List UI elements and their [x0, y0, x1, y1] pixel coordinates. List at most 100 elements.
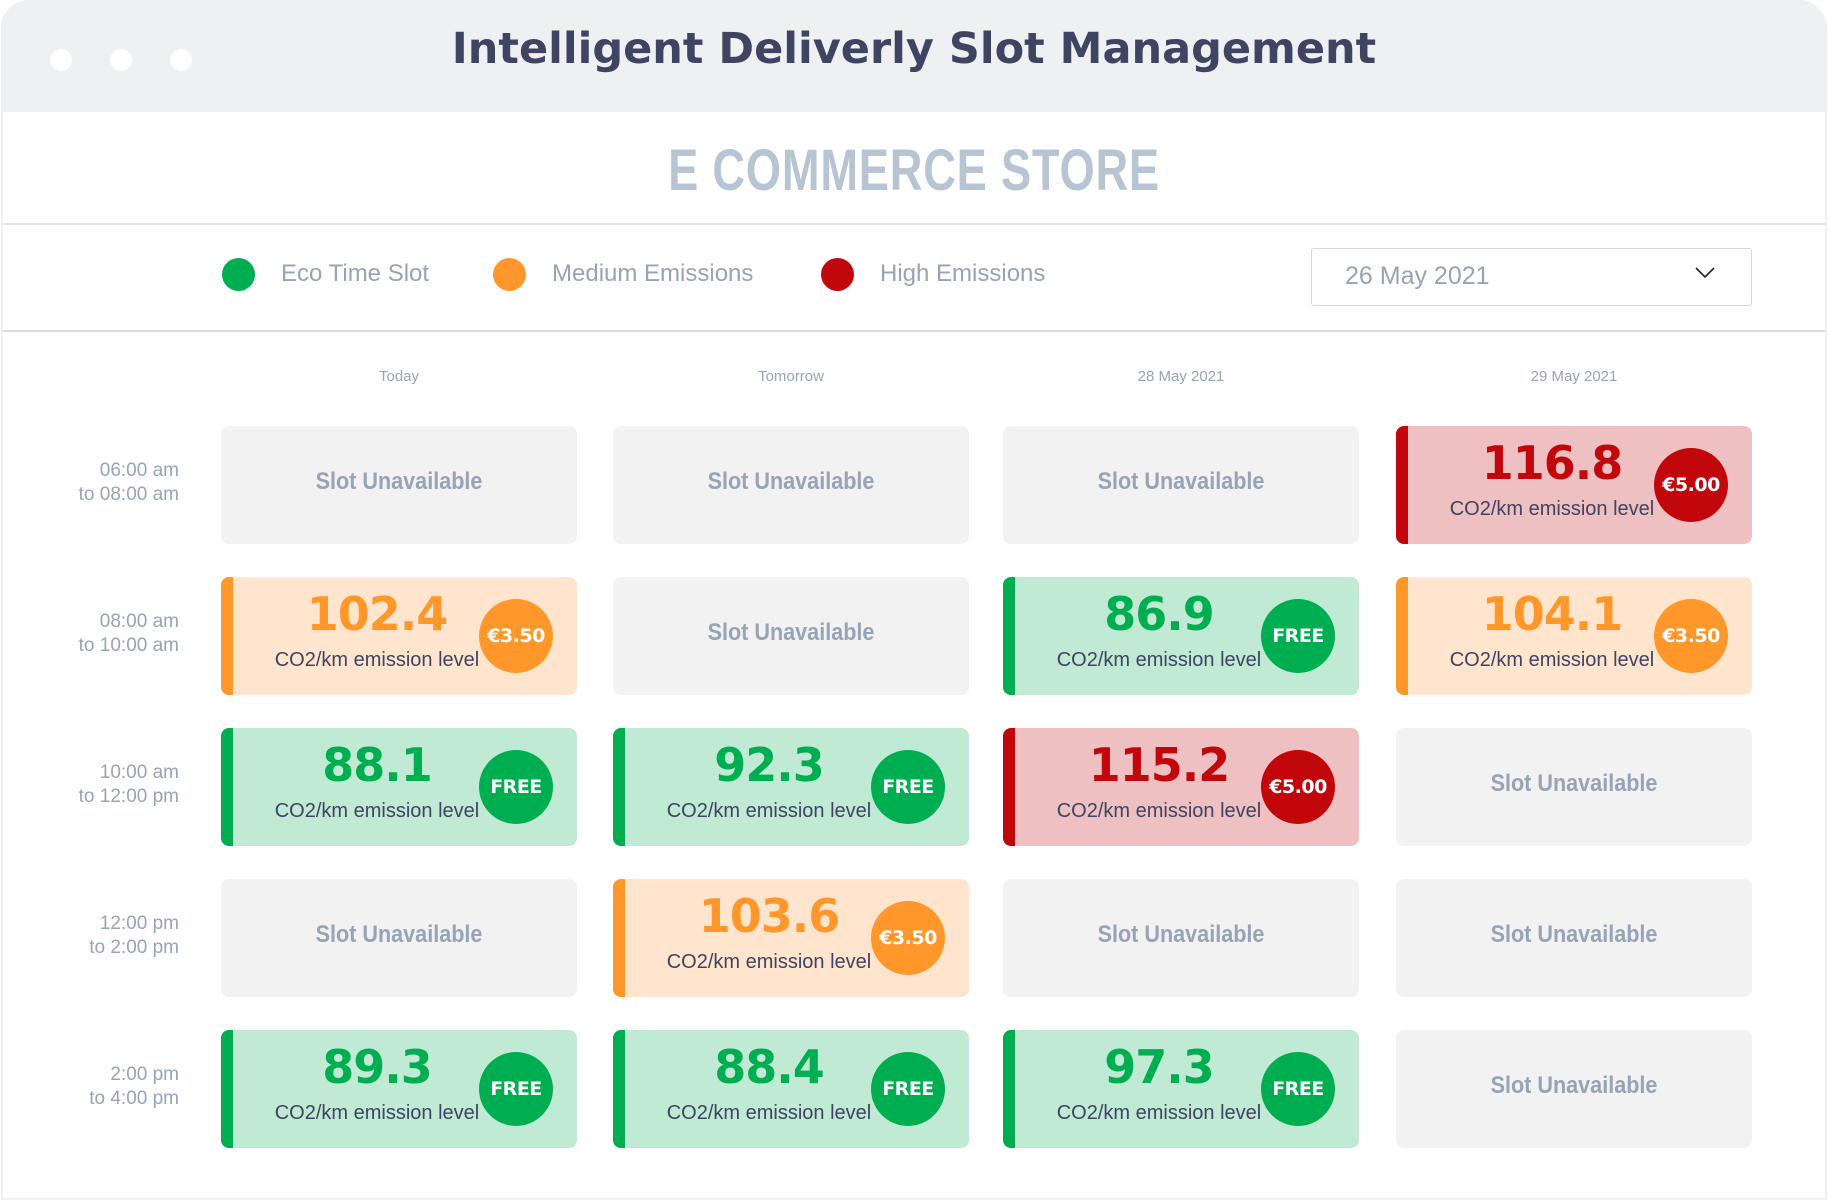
time-to: to 4:00 pm	[89, 1088, 179, 1109]
unavailable-label: Slot Unavailable	[1490, 770, 1658, 797]
store-title: E COMMERCE STORE	[668, 138, 1160, 203]
slot-card-eco[interactable]: 97.3 CO2/km emission level FREE	[1003, 1030, 1359, 1148]
emission-value: 92.3	[714, 738, 825, 792]
emission-unit: CO2/km emission level	[1056, 800, 1262, 822]
unavailable-label: Slot Unavailable	[315, 921, 483, 948]
app-title: Intelligent Deliverly Slot Management	[451, 24, 1377, 74]
emission-value: 88.4	[714, 1040, 825, 1094]
slot-card-high[interactable]: 116.8 CO2/km emission level €5.00	[1396, 426, 1752, 544]
price-badge: FREE	[1261, 599, 1335, 673]
status-bar	[221, 1030, 233, 1148]
slot-card-unavailable: Slot Unavailable	[1003, 426, 1359, 544]
slot-card-unavailable: Slot Unavailable	[613, 426, 969, 544]
price-badge: FREE	[479, 750, 553, 824]
status-bar	[1003, 577, 1015, 695]
unavailable-label: Slot Unavailable	[1097, 921, 1265, 948]
emission-unit: CO2/km emission level	[1449, 498, 1655, 520]
emission-unit: CO2/km emission level	[666, 951, 872, 973]
column-header: Tomorrow	[758, 368, 824, 385]
time-to: to 2:00 pm	[89, 937, 179, 958]
emission-unit: CO2/km emission level	[666, 800, 872, 822]
slot-card-unavailable: Slot Unavailable	[1396, 879, 1752, 997]
status-bar	[613, 879, 625, 997]
slot-card-high[interactable]: 115.2 CO2/km emission level €5.00	[1003, 728, 1359, 846]
slot-card-eco[interactable]: 92.3 CO2/km emission level FREE	[613, 728, 969, 846]
legend-label: Medium Emissions	[552, 260, 754, 287]
slot-card-medium[interactable]: 103.6 CO2/km emission level €3.50	[613, 879, 969, 997]
time-slot-label: 12:00 pm to 2:00 pm	[43, 912, 179, 960]
emission-unit: CO2/km emission level	[1056, 1102, 1262, 1124]
slot-card-unavailable: Slot Unavailable	[1003, 879, 1359, 997]
column-header: Today	[378, 368, 420, 385]
slot-card-eco[interactable]: 86.9 CO2/km emission level FREE	[1003, 577, 1359, 695]
emission-value: 115.2	[1088, 738, 1231, 792]
divider	[3, 330, 1825, 332]
status-bar	[1003, 1030, 1015, 1148]
status-bar	[221, 728, 233, 846]
emission-value: 103.6	[698, 889, 841, 943]
status-bar	[1396, 577, 1408, 695]
slot-card-eco[interactable]: 89.3 CO2/km emission level FREE	[221, 1030, 577, 1148]
time-slot-label: 08:00 am to 10:00 am	[43, 610, 179, 658]
price-badge: €3.50	[479, 599, 553, 673]
emission-unit: CO2/km emission level	[274, 1102, 480, 1124]
price-badge: FREE	[871, 1052, 945, 1126]
slot-card-unavailable: Slot Unavailable	[1396, 728, 1752, 846]
unavailable-label: Slot Unavailable	[1097, 468, 1265, 495]
status-bar	[1396, 426, 1408, 544]
price-badge: FREE	[479, 1052, 553, 1126]
time-to: to 10:00 am	[78, 635, 179, 656]
unavailable-label: Slot Unavailable	[1490, 1072, 1658, 1099]
unavailable-label: Slot Unavailable	[707, 619, 875, 646]
medium-dot-icon	[493, 257, 526, 291]
time-from: 06:00 am	[99, 460, 179, 481]
legend-label: High Emissions	[880, 260, 1046, 287]
price-badge: €3.50	[1654, 599, 1728, 673]
status-bar	[613, 728, 625, 846]
unavailable-label: Slot Unavailable	[1490, 921, 1658, 948]
chevron-down-icon	[1695, 267, 1715, 279]
legend-item-high: High Emissions	[821, 256, 1045, 292]
time-slot-label: 10:00 am to 12:00 pm	[43, 761, 179, 809]
price-badge: FREE	[871, 750, 945, 824]
status-bar	[613, 1030, 625, 1148]
time-slot-label: 2:00 pm to 4:00 pm	[43, 1063, 179, 1111]
legend-label: Eco Time Slot	[281, 260, 430, 287]
emission-unit: CO2/km emission level	[274, 649, 480, 671]
emission-unit: CO2/km emission level	[1449, 649, 1655, 671]
slot-card-unavailable: Slot Unavailable	[1396, 1030, 1752, 1148]
time-from: 12:00 pm	[99, 913, 179, 934]
slot-card-eco[interactable]: 88.4 CO2/km emission level FREE	[613, 1030, 969, 1148]
legend-item-eco: Eco Time Slot	[222, 256, 429, 292]
emission-value: 116.8	[1481, 436, 1624, 490]
emission-value: 102.4	[306, 587, 449, 641]
time-from: 2:00 pm	[110, 1064, 179, 1085]
emission-unit: CO2/km emission level	[666, 1102, 872, 1124]
status-bar	[1003, 728, 1015, 846]
emission-value: 89.3	[322, 1040, 433, 1094]
emission-value: 88.1	[322, 738, 433, 792]
time-from: 08:00 am	[99, 611, 179, 632]
high-dot-icon	[821, 257, 854, 291]
date-select[interactable]: 26 May 2021	[1311, 248, 1752, 306]
emission-unit: CO2/km emission level	[1056, 649, 1262, 671]
slot-card-medium[interactable]: 102.4 CO2/km emission level €3.50	[221, 577, 577, 695]
date-select-value: 26 May 2021	[1345, 262, 1490, 290]
slot-card-medium[interactable]: 104.1 CO2/km emission level €3.50	[1396, 577, 1752, 695]
price-badge: €3.50	[871, 901, 945, 975]
divider	[3, 223, 1825, 225]
slot-card-unavailable: Slot Unavailable	[221, 426, 577, 544]
slot-card-unavailable: Slot Unavailable	[613, 577, 969, 695]
eco-dot-icon	[222, 257, 255, 291]
price-badge: €5.00	[1654, 448, 1728, 522]
emission-value: 97.3	[1104, 1040, 1215, 1094]
app-window: Intelligent Deliverly Slot Management E …	[1, 0, 1827, 1200]
emission-value: 104.1	[1481, 587, 1624, 641]
unavailable-label: Slot Unavailable	[315, 468, 483, 495]
price-badge: FREE	[1261, 1052, 1335, 1126]
unavailable-label: Slot Unavailable	[707, 468, 875, 495]
slot-card-unavailable: Slot Unavailable	[221, 879, 577, 997]
slot-card-eco[interactable]: 88.1 CO2/km emission level FREE	[221, 728, 577, 846]
time-slot-label: 06:00 am to 08:00 am	[43, 459, 179, 507]
column-header: 28 May 2021	[1137, 368, 1225, 385]
